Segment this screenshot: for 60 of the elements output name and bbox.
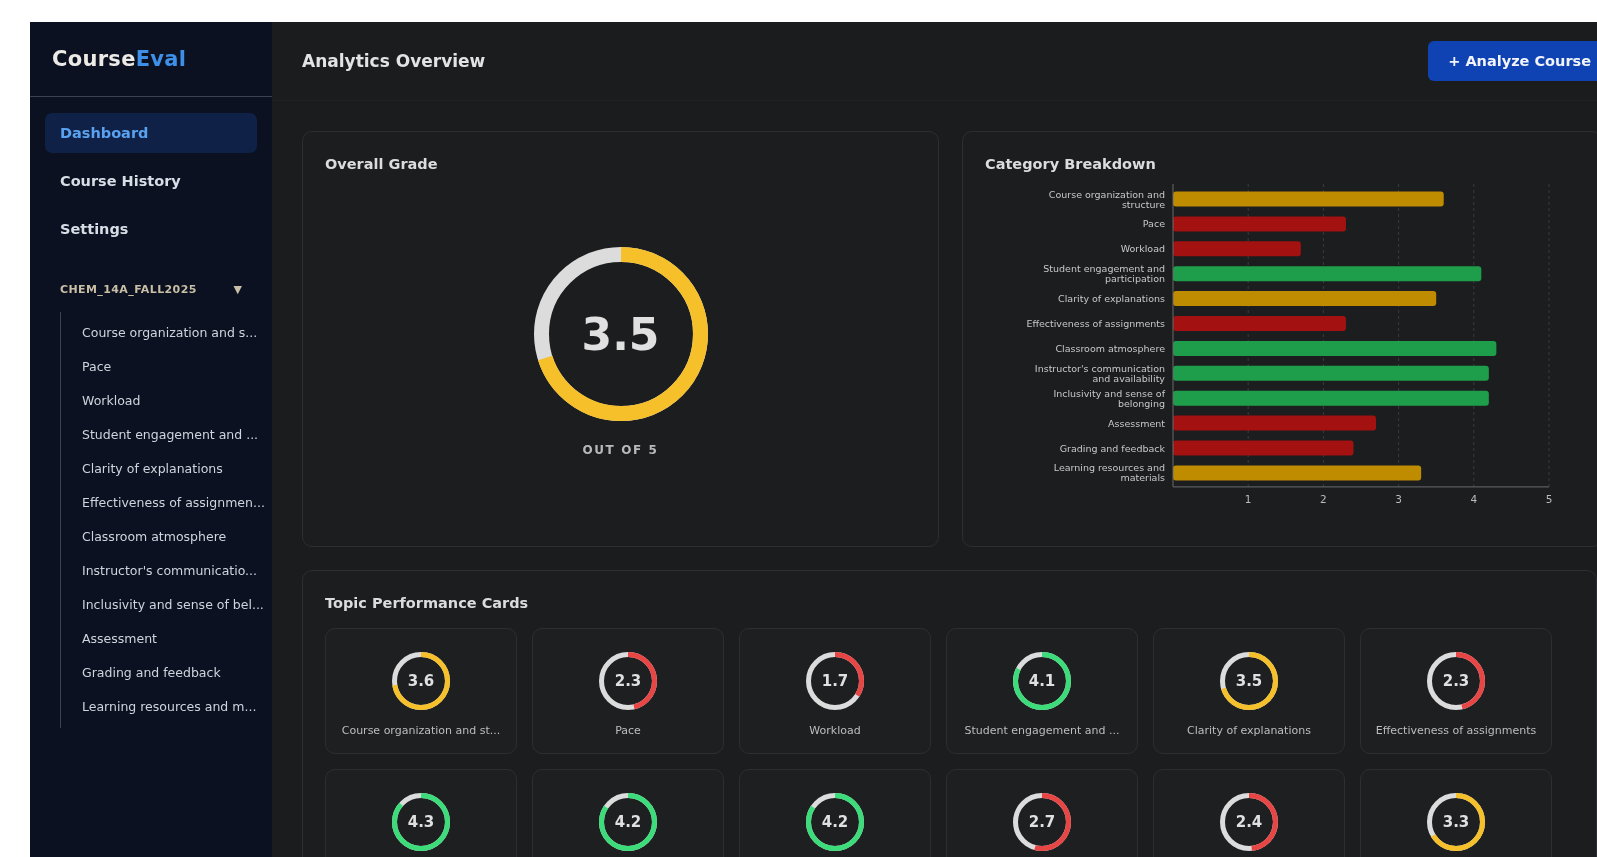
card-title: Category Breakdown	[985, 156, 1157, 172]
category-link[interactable]: Assessment	[61, 622, 272, 656]
score-value: 2.4	[1235, 813, 1263, 831]
topic-label: Clarity of explanations	[1187, 724, 1311, 737]
grade-caption: OUT OF 5	[582, 443, 659, 457]
score-value: 2.7	[1028, 813, 1056, 831]
category-label: Assessment	[1108, 417, 1165, 429]
tick-label: 5	[1545, 492, 1553, 505]
category-label: Effectiveness of assignments	[1026, 318, 1165, 329]
card-title: Topic Performance Cards	[325, 595, 530, 611]
collapse-toggle[interactable]: ▼	[233, 283, 242, 296]
score-value: 2.3	[1442, 672, 1470, 690]
score-value: 2.3	[614, 672, 642, 690]
topic-label: Pace	[615, 724, 641, 737]
category-label: Classroom atmosphere	[1055, 342, 1165, 354]
tick-label: 2	[1320, 492, 1327, 505]
category-link[interactable]: Classroom atmosphere	[61, 520, 272, 554]
category-label: Learning resources and materials	[1053, 462, 1165, 484]
score-value: 4.1	[1028, 672, 1056, 690]
score-value: 4.2	[821, 813, 849, 831]
nav-item[interactable]: Settings	[45, 209, 257, 249]
score-value: 4.3	[407, 813, 435, 831]
category-link[interactable]: Inclusivity and sense of bel...	[61, 588, 272, 622]
category-link[interactable]: Effectiveness of assignmen...	[61, 486, 272, 520]
score-value: 3.6	[407, 672, 435, 690]
category-label: Course organization and structure	[1048, 188, 1165, 210]
category-link[interactable]: Pace	[61, 350, 272, 384]
category-link[interactable]: Grading and feedback	[61, 656, 272, 690]
card-title: Overall Grade	[325, 156, 439, 172]
category-link[interactable]: Instructor's communicatio...	[61, 554, 272, 588]
tick-label: 1	[1244, 492, 1252, 505]
score-value: 4.2	[614, 813, 642, 831]
topic-label: Student engagement and ...	[964, 724, 1120, 737]
page-title: Analytics Overview	[302, 51, 486, 71]
nav-item[interactable]: Dashboard	[45, 113, 257, 153]
topic-label: Effectiveness of assignments	[1375, 724, 1537, 737]
category-label: Inclusivity and sense of belonging	[1053, 387, 1165, 409]
category-label: Clarity of explanations	[1058, 293, 1165, 305]
category-label: Workload	[1120, 243, 1165, 255]
score-value: 3.5	[581, 308, 660, 360]
category-link[interactable]: Clarity of explanations	[61, 452, 272, 486]
score-value: 1.7	[821, 672, 849, 690]
score-value: 3.5	[1235, 672, 1263, 690]
analyze-button[interactable]: + Analyze Course	[1428, 41, 1597, 81]
category-link[interactable]: Course organization and s...	[61, 316, 272, 350]
category-label: Instructor's communication and availability	[1034, 362, 1165, 384]
score-value: 3.3	[1442, 813, 1470, 831]
nav-item[interactable]: Course History	[45, 161, 257, 201]
category-label: Grading and feedback	[1059, 442, 1165, 454]
category-link[interactable]: Workload	[61, 384, 272, 418]
course-title: CHEM_14A_FALL2025	[60, 283, 197, 296]
category-label: Pace	[1142, 218, 1165, 230]
category-link[interactable]: Learning resources and m...	[61, 690, 272, 724]
tick-label: 3	[1395, 492, 1402, 505]
category-label: Student engagement and participation	[1043, 263, 1165, 285]
category-link[interactable]: Student engagement and ...	[61, 418, 272, 452]
topic-label: Workload	[809, 724, 861, 737]
tick-label: 4	[1470, 492, 1478, 505]
topic-label: Course organization and st...	[341, 724, 501, 737]
app-logo: CourseEval	[52, 47, 187, 71]
